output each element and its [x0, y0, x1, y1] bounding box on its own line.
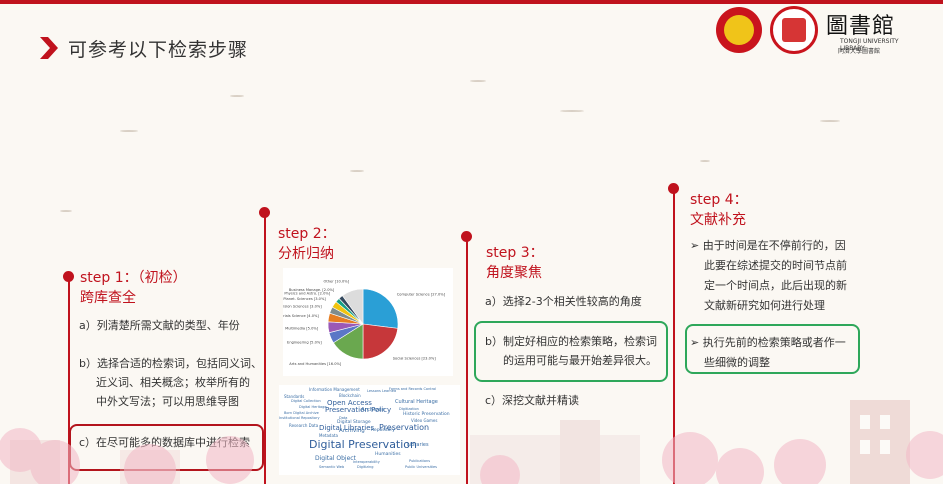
step4-item-1-line2: 此要在综述提交的时间节点前: [704, 259, 847, 272]
step1-item-b: b）选择合适的检索词，包括同义词、: [79, 357, 262, 370]
page-title: 可参考以下检索步骤: [68, 38, 249, 61]
top-red-bar: [0, 0, 943, 4]
university-seal-logo: [770, 6, 818, 54]
pie-slice-label: Other [10.0%]: [324, 280, 350, 284]
step3-item-a: a）选择2-3个相关性较高的角度: [485, 295, 642, 308]
pie-slice-label: Social Sciences [23.0%]: [393, 356, 437, 360]
chevron-right-icon: [40, 37, 58, 59]
step4-item-1-line4: 文献新研究如何进行处理: [704, 299, 825, 312]
timeline-dot-step3: [461, 231, 472, 242]
campus-skyline-decoration: [0, 400, 943, 484]
paper-speck: [230, 95, 244, 97]
logo-group: 圖書館 TONGJI UNIVERSITY LIBRARY 同濟大學圖書館: [716, 6, 910, 55]
step2-label: step 2：: [278, 226, 336, 242]
step4-label: step 4：: [690, 192, 748, 208]
step1-label: step 1：（初检）: [80, 270, 187, 286]
slide-header: 可参考以下检索步骤: [38, 34, 248, 62]
pie-slice-label: Computer Science [27.0%]: [397, 293, 446, 297]
paper-speck: [470, 80, 486, 82]
pie-slice-label: Business Manage. [2.0%]: [289, 288, 335, 292]
pie-slice: [362, 323, 399, 360]
timeline-dot-step2: [259, 207, 270, 218]
pie-slice-label: Multimedia [5.0%]: [285, 327, 319, 331]
pie-slice-label: Arts and Humanities [16.0%]: [289, 362, 342, 366]
paper-speck: [350, 170, 364, 172]
pie-slice-label: Decision Sciences [3.0%]: [283, 305, 322, 309]
pie-slice: [362, 288, 399, 329]
library-logo-mark: 圖書館: [826, 14, 896, 39]
pie-slice-label: Materials Science [4.0%]: [283, 314, 319, 318]
step3-label: step 3：: [486, 245, 544, 261]
paper-speck: [820, 120, 840, 122]
step4-title: 文献补充: [690, 212, 746, 228]
step2-title: 分析归纳: [278, 246, 334, 262]
library-logo-cn: 同濟大學圖書館: [838, 48, 881, 55]
step3-item-b: b）制定好相应的检索策略，检索词: [485, 335, 657, 348]
paper-speck: [120, 130, 138, 132]
timeline-dot-step1: [63, 271, 74, 282]
step4-item-1: ➢ 由于时间是在不停前行的，因: [690, 239, 846, 252]
youth-league-logo: [716, 7, 762, 53]
step4-item-2-line2: 些细微的调整: [704, 356, 770, 369]
pie-slice-label: Engineering [5.0%]: [287, 340, 322, 344]
paper-speck: [60, 210, 72, 212]
pie-slice-label: Earth and Planet. Sciences [3.0%]: [283, 297, 326, 301]
step1-title: 跨库查全: [80, 290, 136, 306]
timeline-dot-step4: [668, 183, 679, 194]
step3-title: 角度聚焦: [486, 265, 542, 281]
step4-item-1-line3: 定一个时间点，此后出现的新: [704, 279, 847, 292]
pie-svg: Computer Science [27.0%] Social Sciences …: [265, 280, 446, 366]
step3-item-b-line2: 的运用可能与最开始差异很大。: [503, 354, 657, 367]
library-logo: 圖書館 TONGJI UNIVERSITY LIBRARY 同濟大學圖書館: [826, 8, 910, 55]
pie-slice-label: Physics and Astro. [2.0%]: [284, 292, 330, 296]
paper-speck: [700, 160, 710, 162]
step4-item-2: ➢ 执行先前的检索策略或者作一: [690, 336, 846, 349]
subject-pie-chart: Computer Science [27.0%] Social Sciences …: [265, 268, 453, 376]
paper-speck: [560, 110, 584, 112]
step1-item-a: a）列清楚所需文献的类型、年份: [79, 319, 240, 332]
